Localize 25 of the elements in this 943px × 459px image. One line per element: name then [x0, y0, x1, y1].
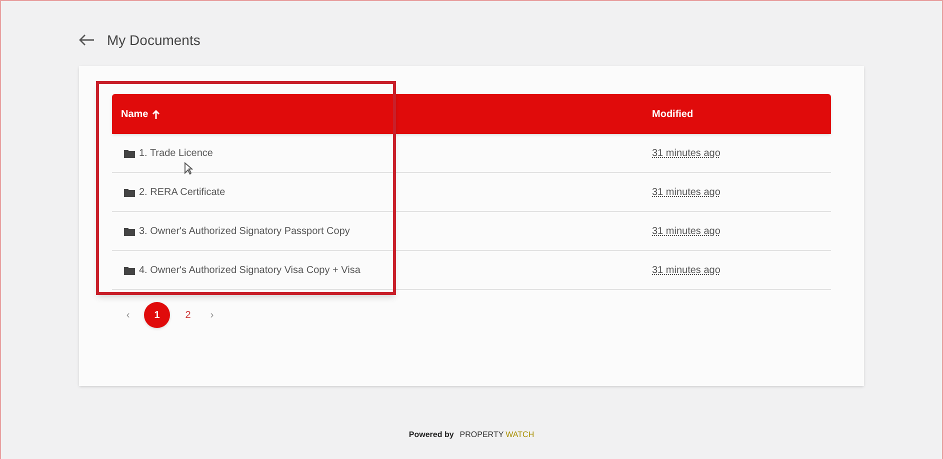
page-title: My Documents — [107, 30, 200, 50]
page-button[interactable]: 2 — [180, 302, 196, 328]
brand-logo-text: PROPERTY — [460, 429, 504, 441]
document-name[interactable]: 2. RERA Certificate — [139, 184, 226, 200]
brand-logo-accent-text: WATCH — [506, 429, 534, 441]
next-page-button[interactable]: › — [206, 308, 218, 322]
sort-up-icon[interactable] — [152, 110, 160, 118]
folder-icon — [124, 148, 135, 158]
document-name[interactable]: 3. Owner's Authorized Signatory Passport Copy — [139, 224, 350, 238]
document-name[interactable]: 1. Trade Licence — [139, 146, 213, 160]
modified-time: 31 minutes ago — [652, 224, 720, 238]
back-arrow-icon[interactable] — [79, 34, 95, 46]
powered-by-text: Powered by — [408, 429, 454, 441]
column-header[interactable]: Name — [121, 106, 148, 122]
modified-time: 31 minutes ago — [652, 186, 720, 200]
column-header[interactable]: Modified — [652, 106, 694, 122]
folder-icon — [124, 266, 135, 274]
folder-icon — [124, 188, 135, 196]
previous-page-button[interactable]: ‹ — [122, 308, 134, 322]
modified-time: 31 minutes ago — [652, 146, 720, 160]
page-button[interactable]: 1 — [144, 302, 170, 328]
folder-icon — [124, 226, 135, 236]
mouse-cursor-icon — [184, 162, 193, 175]
document-name[interactable]: 4. Owner's Authorized Signatory Visa Copy + Visa — [139, 262, 360, 278]
modified-time: 31 minutes ago — [652, 264, 720, 278]
